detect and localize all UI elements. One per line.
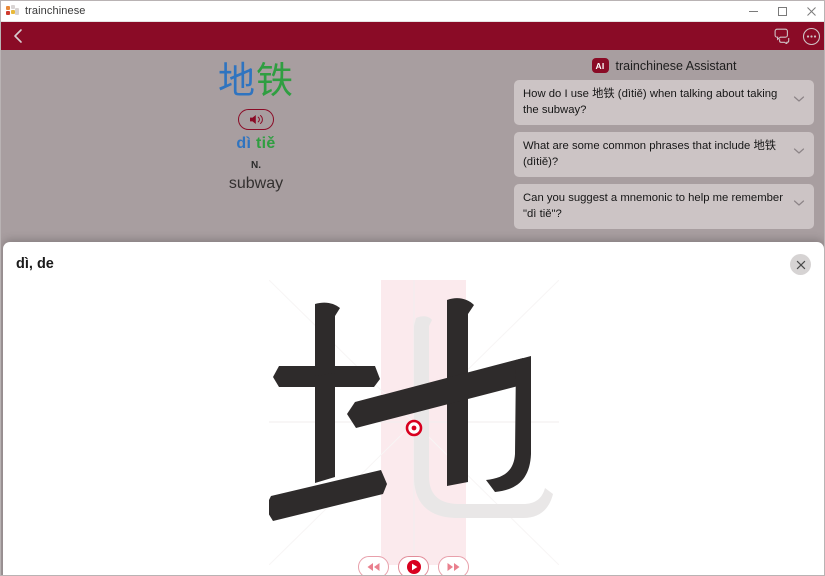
word-card: 地铁 dì tiě N. subway	[1, 50, 511, 193]
ai-badge: AI	[591, 58, 609, 73]
assistant-suggestion-2[interactable]: What are some common phrases that includ…	[514, 132, 814, 178]
stroke-canvas-area	[3, 280, 824, 570]
pinyin-syllable-2: tiě	[256, 134, 276, 152]
main-content: 地铁 dì tiě N. subway AI trainchinese Assi…	[1, 50, 824, 575]
assistant-suggestion-text: How do I use 地铁 (dìtiě) when talking abo…	[523, 88, 778, 116]
application-window: trainchinese 地铁 dì tiě N. subway AI trai…	[0, 0, 825, 576]
play-audio-button[interactable]	[238, 108, 274, 130]
assistant-suggestion-text: Can you suggest a mnemonic to help me re…	[523, 192, 783, 220]
part-of-speech: N.	[251, 159, 261, 171]
back-button[interactable]	[1, 22, 35, 50]
close-circle-icon	[796, 260, 805, 269]
minimize-icon	[749, 10, 758, 12]
play-icon	[406, 560, 421, 574]
rewind-icon	[367, 563, 380, 571]
trainchinese-logo-icon	[6, 4, 19, 18]
stroke-start-marker	[405, 419, 422, 437]
fast-forward-button[interactable]	[438, 556, 469, 575]
stroke-order-sheet: dì, de	[3, 242, 824, 575]
word-pinyin: dì tiě	[1, 135, 511, 153]
app-header-bar	[1, 22, 824, 50]
more-options-button[interactable]	[796, 22, 824, 50]
back-chevron-icon	[14, 29, 22, 43]
chevron-down-icon[interactable]	[793, 142, 805, 160]
close-button[interactable]	[797, 1, 824, 22]
close-icon	[807, 6, 816, 16]
pinyin-syllable-1: dì	[236, 134, 252, 152]
play-button[interactable]	[398, 556, 429, 575]
maximize-icon	[778, 6, 787, 16]
maximize-button[interactable]	[768, 1, 797, 22]
rewind-button[interactable]	[358, 556, 389, 575]
fast-forward-icon	[447, 563, 460, 571]
sheet-title: dì, de	[16, 256, 54, 272]
chat-button[interactable]	[766, 22, 796, 50]
more-options-icon	[802, 27, 820, 45]
chevron-down-icon[interactable]	[793, 90, 805, 108]
word-definition: subway	[228, 174, 284, 192]
window-title: trainchinese	[25, 5, 86, 17]
minimize-button[interactable]	[739, 1, 768, 22]
assistant-suggestion-text: What are some common phrases that includ…	[523, 140, 777, 168]
assistant-suggestion-3[interactable]: Can you suggest a mnemonic to help me re…	[514, 184, 814, 230]
window-title-bar: trainchinese	[1, 1, 824, 22]
hanzi-char-2[interactable]: 铁	[256, 59, 294, 102]
hanzi-char-1[interactable]: 地	[218, 59, 256, 102]
assistant-title: trainchinese Assistant	[615, 58, 737, 73]
chevron-down-icon[interactable]	[793, 194, 805, 212]
playback-button-row	[358, 556, 469, 575]
sheet-close-button[interactable]	[790, 254, 811, 275]
stroke-controls: YouTube PDF	[3, 556, 824, 575]
word-hanzi: 地铁	[1, 59, 511, 103]
stroke-order-canvas[interactable]	[268, 280, 559, 565]
chat-bubble-icon	[774, 28, 789, 44]
assistant-panel: AI trainchinese Assistant How do I use 地…	[514, 58, 814, 236]
speaker-icon	[249, 114, 263, 124]
assistant-header: AI trainchinese Assistant	[514, 58, 814, 73]
assistant-suggestion-1[interactable]: How do I use 地铁 (dìtiě) when talking abo…	[514, 80, 814, 126]
